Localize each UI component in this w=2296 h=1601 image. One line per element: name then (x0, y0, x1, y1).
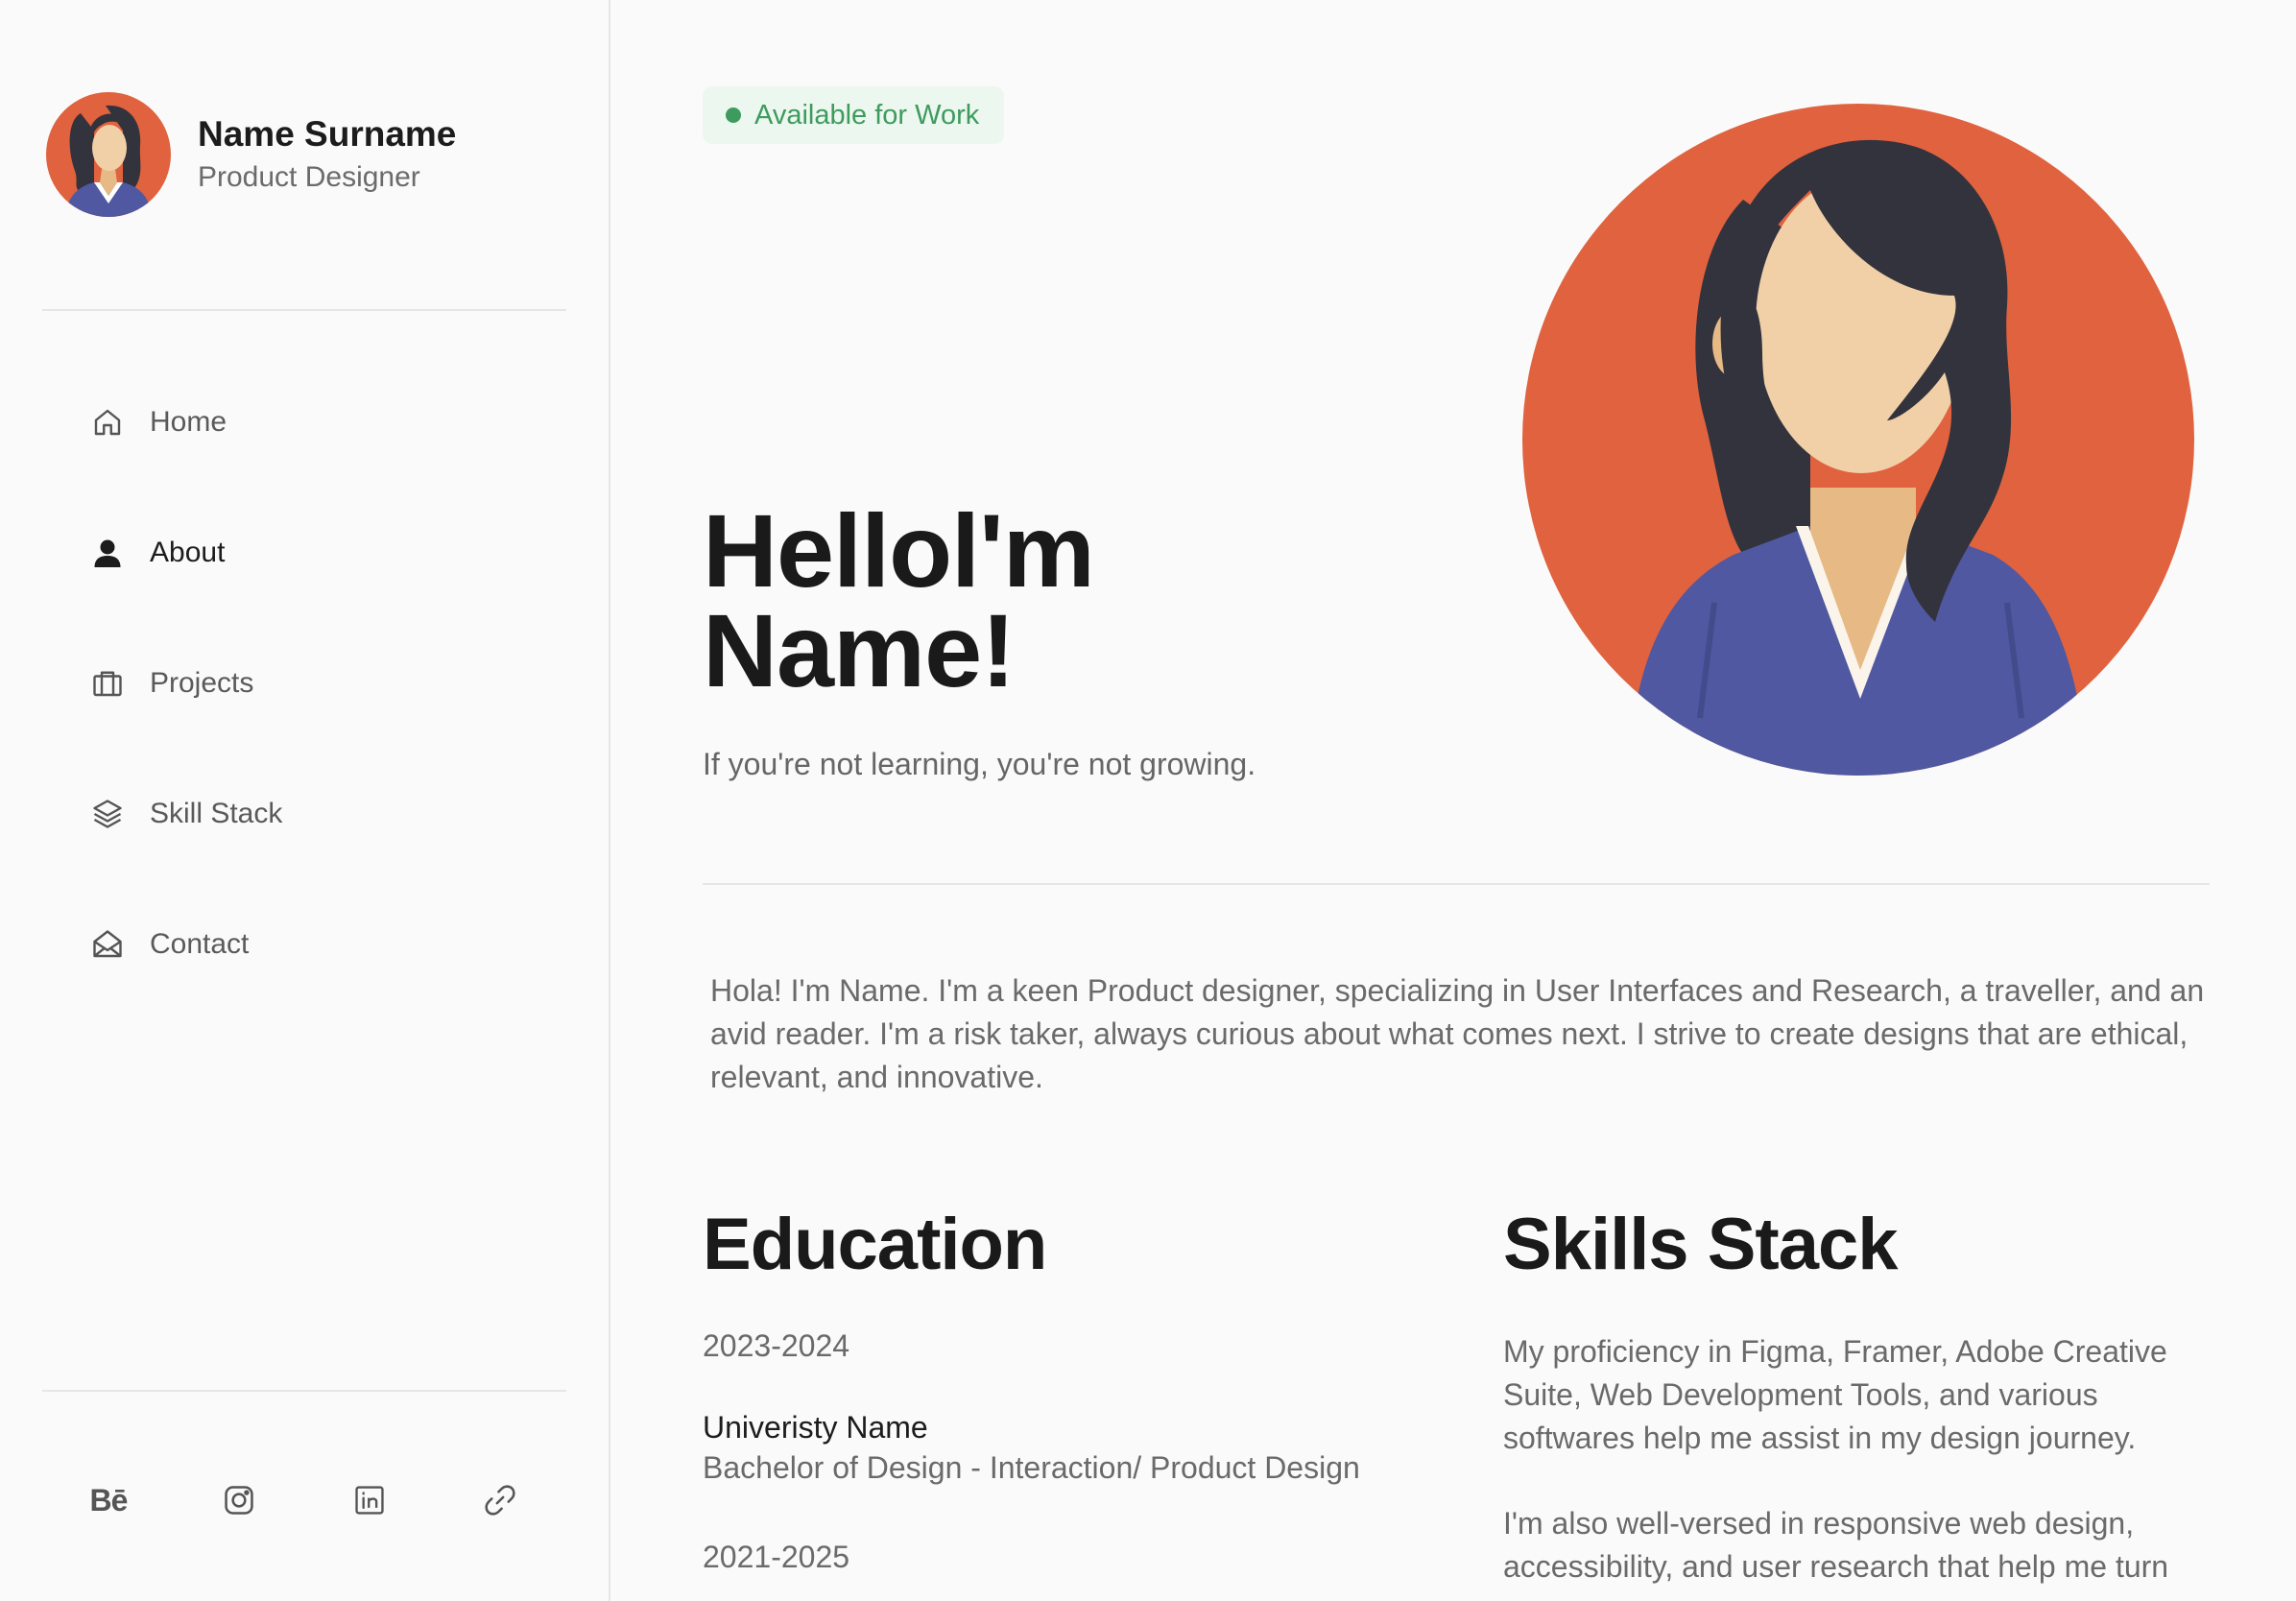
linkedin-link[interactable] (347, 1478, 392, 1522)
education-degree: Bachelor of Design - Interaction/ Produc… (703, 1450, 1360, 1485)
profile-role: Product Designer (198, 161, 420, 193)
behance-icon: Bē (89, 1482, 129, 1517)
nav-item-label: Skill Stack (150, 798, 283, 829)
portrait-illustration (1522, 104, 2194, 776)
nav-item-skill-stack[interactable]: Skill Stack (90, 785, 282, 843)
main-content: Available for Work Hellol'm Name! If you… (612, 0, 2296, 1601)
availability-label: Available for Work (754, 99, 980, 131)
nav-item-label: Home (150, 406, 227, 438)
profile-name: Name Surname (198, 114, 457, 154)
avatar-illustration (46, 92, 171, 217)
nav-item-projects[interactable]: Projects (90, 655, 282, 712)
education-title: Education (703, 1204, 1047, 1285)
social-links: Bē (86, 1478, 609, 1522)
instagram-link[interactable] (217, 1478, 261, 1522)
education-section: Education 2023-2024 Univeristy Name Bach… (703, 1202, 1451, 1576)
skills-paragraph: I'm also well-versed in responsive web d… (1503, 1506, 2169, 1584)
sidebar-divider-top (42, 309, 566, 311)
external-link[interactable] (478, 1478, 522, 1522)
bio-paragraph: Hola! I'm Name. I'm a keen Product desig… (710, 973, 2205, 1094)
education-years: 2023-2024 (703, 1328, 850, 1363)
availability-badge: Available for Work (703, 86, 1005, 144)
nav-item-home[interactable]: Home (90, 394, 282, 451)
instagram-icon (225, 1486, 253, 1515)
home-icon (90, 405, 125, 440)
nav-item-about[interactable]: About (90, 524, 282, 582)
sidebar-nav: Home About Projects Skill Stack Contact (90, 394, 282, 1046)
profile-text: Name Surname Product Designer (198, 112, 456, 197)
nav-item-label: Projects (150, 667, 254, 699)
nav-item-label: About (150, 537, 226, 568)
profile-card[interactable]: Name Surname Product Designer (46, 92, 456, 217)
section-divider (703, 883, 2210, 885)
sidebar: Name Surname Product Designer Home About (0, 0, 610, 1601)
nav-item-label: Contact (150, 928, 250, 960)
behance-link[interactable]: Bē (86, 1478, 131, 1522)
hero-title: Hellol'm Name! (703, 499, 1279, 703)
skills-title: Skills Stack (1503, 1204, 1899, 1285)
avatar (46, 92, 171, 217)
user-icon (90, 536, 125, 570)
briefcase-icon (90, 666, 125, 701)
sidebar-divider-bottom (42, 1390, 566, 1392)
education-school: Univeristy Name (703, 1410, 928, 1445)
skills-paragraph: My proficiency in Figma, Framer, Adobe C… (1503, 1334, 2167, 1455)
hero-portrait (1522, 104, 2194, 776)
layers-icon (90, 797, 125, 831)
nav-item-contact[interactable]: Contact (90, 916, 282, 973)
education-years: 2021-2025 (703, 1540, 850, 1574)
envelope-open-icon (90, 927, 125, 962)
portfolio-app: Name Surname Product Designer Home About (0, 0, 2296, 1601)
link-icon (485, 1485, 515, 1516)
hero-subtitle: If you're not learning, you're not growi… (703, 747, 1256, 781)
skills-section: Skills Stack My proficiency in Figma, Fr… (1503, 1202, 2233, 1589)
hero-title-line2: Name! (703, 592, 1016, 708)
status-dot-icon (726, 108, 741, 123)
linkedin-icon (355, 1486, 384, 1515)
hero-title-line1: Hellol'm (703, 492, 1095, 609)
